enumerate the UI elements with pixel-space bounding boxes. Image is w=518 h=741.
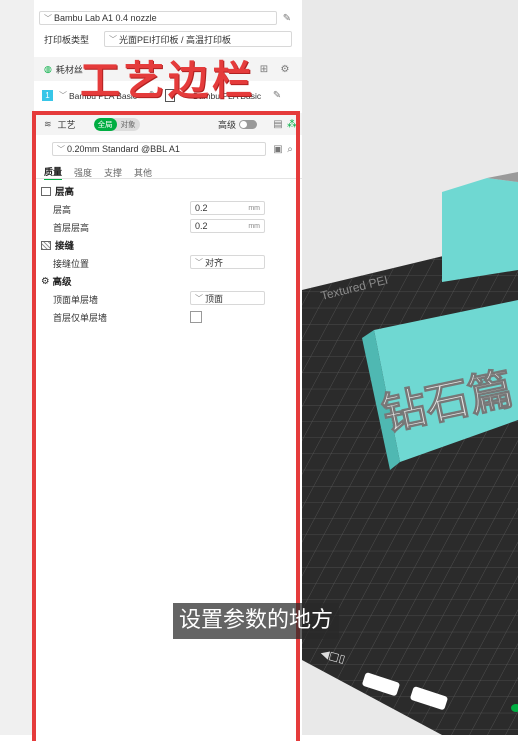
- plate-label: 打印板类型: [44, 34, 90, 45]
- printer-row: ﹀ Bambu Lab A1 0.4 nozzle ✎: [39, 11, 293, 25]
- slot-number-badge: 1: [42, 90, 53, 101]
- model-back-block: [442, 178, 518, 282]
- chevron-down-icon: ﹀: [109, 34, 117, 44]
- filament-section-label: 耗材丝: [55, 65, 83, 75]
- edit-icon[interactable]: ✎: [281, 12, 293, 24]
- chevron-down-icon: ﹀: [59, 91, 67, 100]
- sync-icon[interactable]: ⊞: [258, 63, 270, 75]
- plate-value: 光面PEI打印板 / 高温打印板: [119, 34, 232, 45]
- printer-select[interactable]: ﹀ Bambu Lab A1 0.4 nozzle: [39, 11, 277, 25]
- printer-name: Bambu Lab A1 0.4 nozzle: [54, 13, 157, 23]
- gear-icon[interactable]: ⚙: [279, 63, 291, 75]
- filament-header-row: ◍ 耗材丝: [44, 63, 83, 76]
- chevron-down-icon: ﹀: [44, 13, 52, 23]
- filament-icon: ◍: [44, 64, 52, 74]
- plate-row: 打印板类型 ﹀ 光面PEI打印板 / 高温打印板: [44, 31, 292, 47]
- video-subtitle: 设置参数的地方: [173, 603, 340, 639]
- left-gutter: [0, 0, 34, 735]
- highlight-frame: [32, 111, 300, 741]
- plate-select[interactable]: ﹀ 光面PEI打印板 / 高温打印板: [104, 31, 292, 47]
- overlay-title: 工艺边栏: [80, 58, 256, 104]
- edit-icon[interactable]: ✎: [271, 90, 283, 102]
